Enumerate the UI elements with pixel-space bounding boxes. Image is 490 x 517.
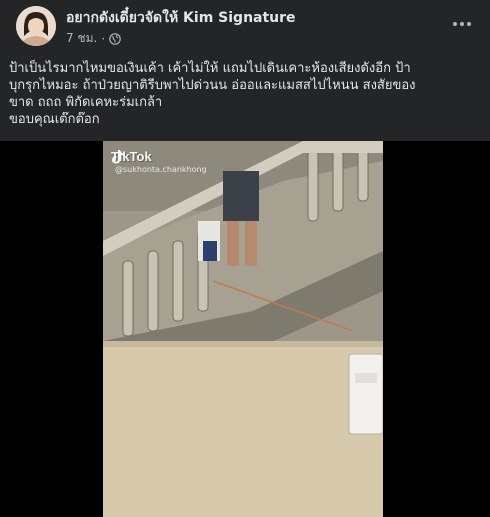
globe-icon[interactable] <box>109 32 121 45</box>
video-still-image <box>103 141 383 517</box>
caption-line: ขอบคุณเต๊กต๊อก <box>9 112 100 127</box>
tiktok-handle: @sukhonta.chankhong <box>115 165 207 174</box>
caption-line: ป้าเป็นไรมากไหมขอเงินเค้า เค้าไม่ให้ แถม… <box>9 61 411 76</box>
tiktok-watermark: TikTok @sukhonta.chankhong <box>111 149 207 174</box>
caption-line: ขาด ถถถ พิกัดเคหะร่มเกล้า <box>9 95 163 110</box>
author-name[interactable]: อยากดังเดี๋ยวจัดให้ Kim Signature <box>66 7 296 29</box>
post-meta: 7 ชม. · <box>66 29 121 48</box>
video-player[interactable]: TikTok @sukhonta.chankhong <box>0 141 490 517</box>
more-options-button[interactable] <box>446 10 478 38</box>
meta-separator: · <box>101 31 106 46</box>
avatar[interactable] <box>16 6 56 46</box>
avatar-image <box>16 6 56 46</box>
post-timestamp[interactable]: 7 ชม. <box>66 29 97 48</box>
caption-line: บุกรุกไหมอะ ถ้าป่วยญาติรีบพาไปด่วนน อ่ออ… <box>9 78 416 93</box>
post-header: อยากดังเดี๋ยวจัดให้ Kim Signature 7 ชม. … <box>0 0 490 48</box>
tiktok-logo-icon <box>112 150 124 164</box>
post-caption: ป้าเป็นไรมากไหมขอเงินเค้า เค้าไม่ให้ แถม… <box>9 60 481 128</box>
video-frame[interactable]: TikTok @sukhonta.chankhong <box>103 141 383 517</box>
facebook-post: อยากดังเดี๋ยวจัดให้ Kim Signature 7 ชม. … <box>0 0 490 517</box>
more-horizontal-icon <box>453 22 471 26</box>
